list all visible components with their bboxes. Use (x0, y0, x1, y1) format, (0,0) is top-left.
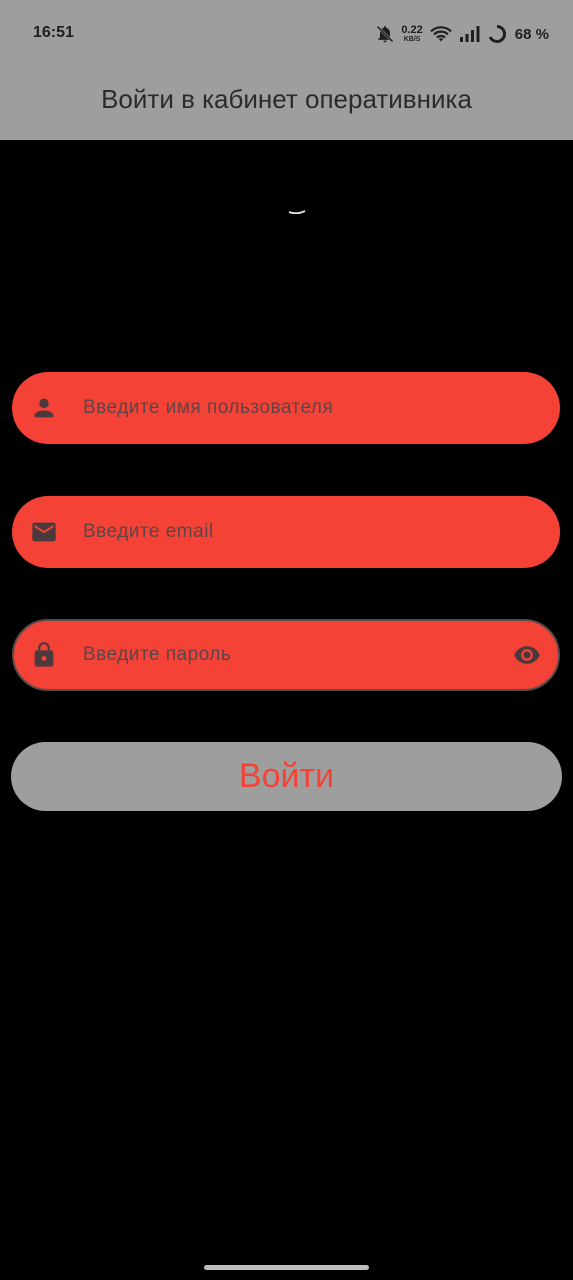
signal-icon (459, 26, 480, 42)
network-speed: 0.22 KB/S (401, 24, 423, 44)
username-input[interactable]: Введите имя пользователя (83, 372, 333, 444)
status-time: 16:51 (33, 24, 74, 41)
battery-icon (487, 25, 506, 43)
login-button[interactable]: Войти (11, 742, 562, 811)
lock-icon (34, 642, 54, 667)
status-bar: 16:51 0.22 KB/S 68 % (0, 0, 573, 68)
password-input[interactable]: Введите пароль (83, 621, 231, 689)
battery-level: 68 % (514, 25, 549, 43)
person-icon (34, 398, 54, 418)
logo-image (288, 210, 306, 214)
app-bar: 16:51 0.22 KB/S 68 % Войти в кабинет опе… (0, 0, 573, 140)
wifi-icon (430, 26, 452, 42)
page-title: Войти в кабинет оперативника (101, 84, 472, 114)
email-field[interactable]: Введите email (12, 496, 560, 568)
username-field[interactable]: Введите имя пользователя (12, 372, 560, 444)
home-indicator[interactable] (204, 1265, 369, 1270)
status-icons: 0.22 KB/S 68 % (375, 22, 549, 46)
bell-off-icon (376, 25, 394, 43)
password-field[interactable]: Введите пароль (12, 619, 560, 691)
visibility-toggle-icon[interactable] (511, 641, 543, 669)
email-input[interactable]: Введите email (83, 496, 214, 568)
mail-icon (32, 522, 56, 542)
